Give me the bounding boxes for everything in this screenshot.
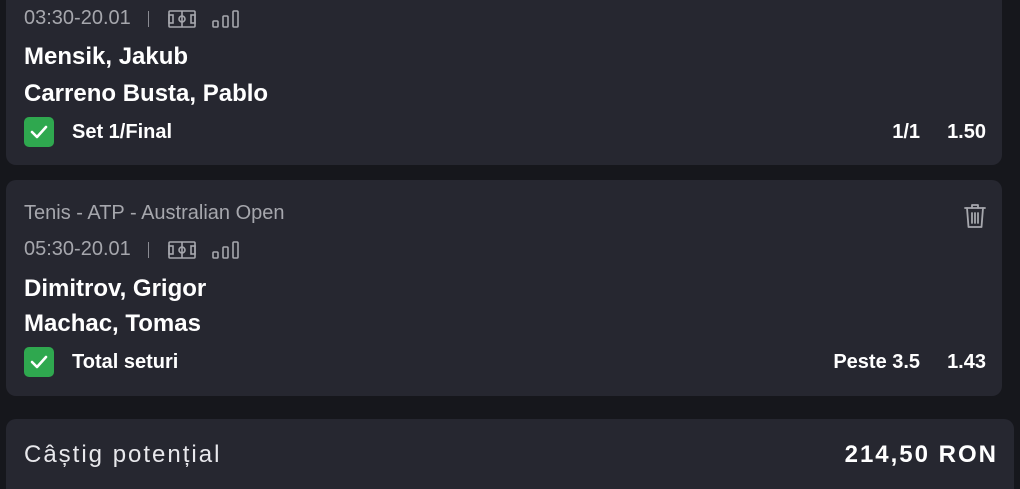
check-icon[interactable] — [24, 347, 54, 377]
trash-icon[interactable] — [962, 202, 988, 230]
check-icon[interactable] — [24, 117, 54, 147]
meta-divider — [147, 241, 149, 258]
event-meta: 05:30-20.01 — [24, 238, 240, 261]
selection-value: Peste 3.5 — [833, 350, 921, 373]
field-icon[interactable] — [167, 9, 196, 28]
market-label: Set 1/Final — [72, 120, 173, 143]
bet-card: Tenis - ATP - Australian Open 05:30-20.0… — [6, 180, 1002, 396]
stats-icon[interactable] — [211, 240, 240, 259]
potential-winnings-bar: Câștig potențial 214,50 RON — [6, 419, 1014, 489]
odds-value: 1.43 — [947, 350, 986, 373]
league-name: Tenis - ATP - Australian Open — [24, 202, 285, 224]
away-team: Machac, Tomas — [24, 310, 201, 337]
event-meta: 03:30-20.01 — [24, 7, 240, 30]
stats-icon[interactable] — [211, 9, 240, 28]
market-row: Set 1/Final 1/1 1.50 — [24, 117, 986, 147]
event-time: 03:30-20.01 — [24, 7, 131, 29]
potential-winnings-value: 214,50 RON — [844, 441, 998, 468]
market-label: Total seturi — [72, 350, 179, 373]
odds-value: 1.50 — [947, 120, 986, 143]
home-team: Mensik, Jakub — [24, 43, 189, 70]
bet-card: 03:30-20.01 Mensik, Jakub Carreno Busta,… — [6, 0, 1002, 165]
potential-winnings-label: Câștig potențial — [24, 441, 222, 468]
market-row: Total seturi Peste 3.5 1.43 — [24, 347, 986, 377]
event-time: 05:30-20.01 — [24, 238, 131, 260]
selection-value: 1/1 — [892, 120, 921, 143]
meta-divider — [147, 10, 149, 27]
home-team: Dimitrov, Grigor — [24, 275, 207, 302]
away-team: Carreno Busta, Pablo — [24, 80, 269, 107]
field-icon[interactable] — [167, 240, 196, 259]
